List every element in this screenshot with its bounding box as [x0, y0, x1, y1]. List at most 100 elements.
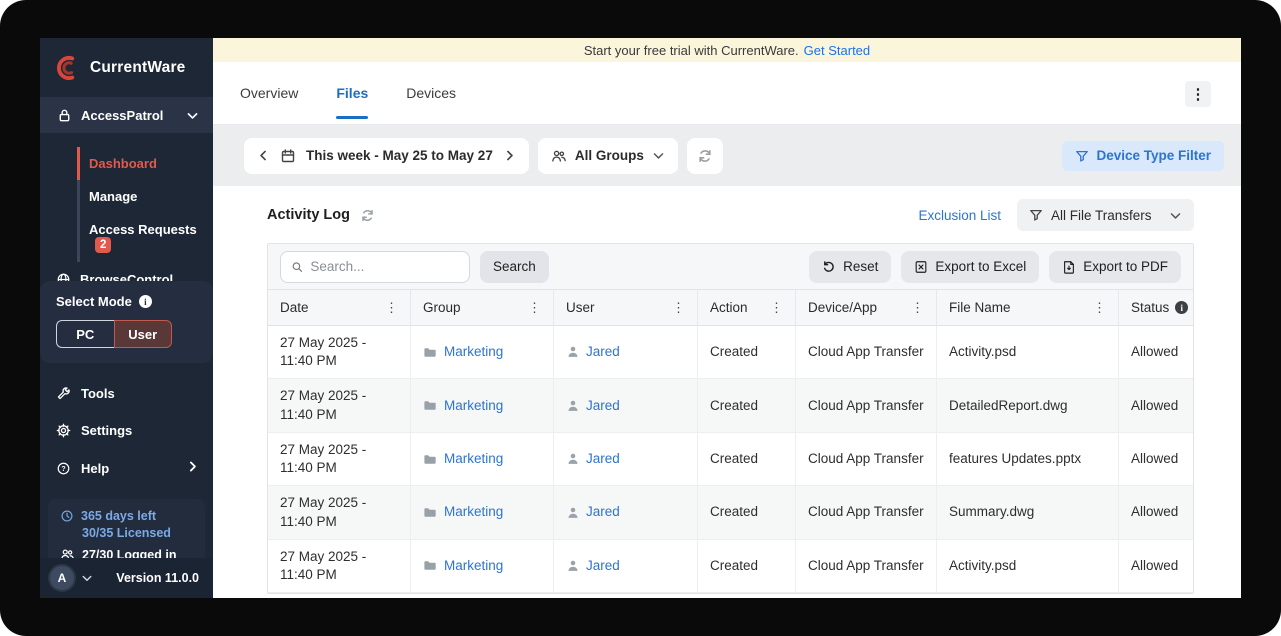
- column-header-user[interactable]: User⋮: [554, 290, 698, 326]
- sidebar-item-settings[interactable]: Settings: [40, 412, 213, 449]
- sidebar-item-tools[interactable]: Tools: [40, 375, 213, 412]
- column-header-group[interactable]: Group ⋮: [411, 290, 554, 326]
- version-label: Version 11.0.0: [116, 571, 199, 585]
- table-row[interactable]: 27 May 2025 - 11:40 PM Marketing Jared C…: [268, 379, 1193, 432]
- exclusion-list-link[interactable]: Exclusion List: [918, 208, 1001, 223]
- refresh-button[interactable]: [687, 138, 723, 174]
- column-label: Action: [710, 300, 748, 315]
- sidebar-item-manage[interactable]: Manage: [77, 180, 213, 213]
- pdf-file-icon: [1062, 260, 1076, 274]
- table-row[interactable]: 27 May 2025 - 11:40 PM Marketing Jared C…: [268, 486, 1193, 539]
- date-range-picker[interactable]: This week - May 25 to May 27: [244, 138, 529, 174]
- license-count: 30/35 Licensed: [60, 526, 193, 540]
- info-icon[interactable]: i: [1175, 301, 1188, 314]
- product-selector[interactable]: AccessPatrol: [40, 97, 213, 133]
- sidebar-item-access-requests[interactable]: Access Requests2: [77, 213, 213, 262]
- column-header-device-app[interactable]: Device/App⋮: [796, 290, 937, 326]
- search-box[interactable]: [280, 251, 470, 283]
- info-icon[interactable]: i: [139, 295, 152, 308]
- user-link[interactable]: Jared: [586, 450, 620, 468]
- chevron-down-icon[interactable]: [81, 572, 93, 584]
- group-link[interactable]: Marketing: [444, 450, 503, 468]
- lock-icon: [57, 108, 72, 123]
- license-days: 365 days left: [60, 509, 193, 523]
- column-header-status[interactable]: Statusi: [1119, 290, 1194, 326]
- activity-log-header: Activity Log Exclusion List All File Tra…: [267, 199, 1194, 231]
- mode-pc-button[interactable]: PC: [56, 320, 114, 348]
- column-menu-icon[interactable]: ⋮: [385, 300, 398, 316]
- device-type-filter-button[interactable]: Device Type Filter: [1062, 141, 1224, 171]
- cell-file-name: Activity.psd: [937, 540, 1119, 593]
- select-mode-label: Select Mode: [56, 294, 132, 309]
- avatar[interactable]: A: [50, 566, 74, 590]
- column-label: Group: [423, 300, 461, 315]
- group-link[interactable]: Marketing: [444, 557, 503, 575]
- logo-text: CurrentWare: [90, 59, 186, 77]
- cell-user: Jared: [554, 433, 698, 486]
- tab-devices[interactable]: Devices: [406, 62, 456, 124]
- column-header-file-name[interactable]: File Name⋮: [937, 290, 1119, 326]
- cell-file-name: features Updates.pptx: [937, 433, 1119, 486]
- chevron-right-icon[interactable]: [503, 149, 516, 162]
- transfer-filter-dropdown[interactable]: All File Transfers: [1017, 199, 1194, 231]
- tab-label: Overview: [240, 85, 298, 101]
- sidebar-footer: A Version 11.0.0: [40, 558, 213, 598]
- mode-user-button[interactable]: User: [114, 320, 173, 348]
- product-submenu: Dashboard Manage Access Requests2: [77, 147, 213, 262]
- group-link[interactable]: Marketing: [444, 397, 503, 415]
- column-menu-icon[interactable]: ⋮: [770, 300, 783, 316]
- column-header-date[interactable]: Date⋮: [268, 290, 411, 326]
- refresh-icon: [697, 148, 713, 164]
- export-pdf-button[interactable]: Export to PDF: [1049, 251, 1181, 283]
- sidebar-item-label: Dashboard: [89, 156, 157, 171]
- group-link[interactable]: Marketing: [444, 343, 503, 361]
- cell-file-name: Activity.psd: [937, 326, 1119, 379]
- cell-device-app: Cloud App Transfer: [796, 326, 937, 379]
- log-refresh-button[interactable]: [360, 208, 375, 223]
- column-menu-icon[interactable]: ⋮: [528, 300, 541, 316]
- select-mode-title: Select Mode i: [56, 294, 197, 309]
- column-menu-icon[interactable]: ⋮: [911, 300, 924, 316]
- person-icon: [566, 506, 580, 520]
- search-input[interactable]: [310, 259, 459, 274]
- export-excel-button[interactable]: Export to Excel: [901, 251, 1039, 283]
- tab-files[interactable]: Files: [336, 62, 368, 124]
- app-frame: CurrentWare AccessPatrol Dashboard Manag…: [0, 0, 1281, 636]
- filter-bar: This week - May 25 to May 27 All Groups: [213, 125, 1241, 186]
- table-row[interactable]: 27 May 2025 - 11:40 PM Marketing Jared C…: [268, 433, 1193, 486]
- cell-status: Allowed: [1119, 379, 1193, 432]
- user-link[interactable]: Jared: [586, 397, 620, 415]
- search-button[interactable]: Search: [480, 251, 549, 283]
- user-link[interactable]: Jared: [586, 557, 620, 575]
- sidebar-item-label: Settings: [81, 423, 132, 438]
- user-link[interactable]: Jared: [586, 503, 620, 521]
- table-row[interactable]: 27 May 2025 - 11:40 PM Marketing Jared C…: [268, 540, 1193, 593]
- group-filter-dropdown[interactable]: All Groups: [538, 138, 678, 174]
- user-link[interactable]: Jared: [586, 343, 620, 361]
- sidebar-item-label: Help: [81, 461, 109, 476]
- sidebar-item-help[interactable]: ? Help: [40, 449, 213, 487]
- sidebar-item-dashboard[interactable]: Dashboard: [77, 147, 213, 180]
- more-options-button[interactable]: ⋮: [1185, 81, 1211, 107]
- export-pdf-label: Export to PDF: [1083, 259, 1168, 274]
- svg-text:?: ?: [61, 466, 65, 473]
- sidebar-item-label: Tools: [81, 386, 115, 401]
- cell-user: Jared: [554, 486, 698, 539]
- cell-file-name: DetailedReport.dwg: [937, 379, 1119, 432]
- person-icon: [566, 345, 580, 359]
- get-started-link[interactable]: Get Started: [804, 43, 870, 58]
- column-menu-icon[interactable]: ⋮: [672, 300, 685, 316]
- column-header-action[interactable]: Action ⋮: [698, 290, 796, 326]
- cell-group: Marketing: [411, 433, 554, 486]
- mode-toggle: PC User: [56, 320, 172, 348]
- access-requests-badge: 2: [95, 237, 111, 253]
- tab-label: Devices: [406, 85, 456, 101]
- cell-user: Jared: [554, 540, 698, 593]
- reset-button[interactable]: Reset: [809, 251, 891, 283]
- column-menu-icon[interactable]: ⋮: [1093, 300, 1106, 316]
- table-row[interactable]: 27 May 2025 - 11:40 PM Marketing Jared C…: [268, 326, 1193, 379]
- group-link[interactable]: Marketing: [444, 503, 503, 521]
- tab-overview[interactable]: Overview: [240, 62, 298, 124]
- chevron-left-icon[interactable]: [257, 149, 270, 162]
- excel-file-icon: [914, 260, 928, 274]
